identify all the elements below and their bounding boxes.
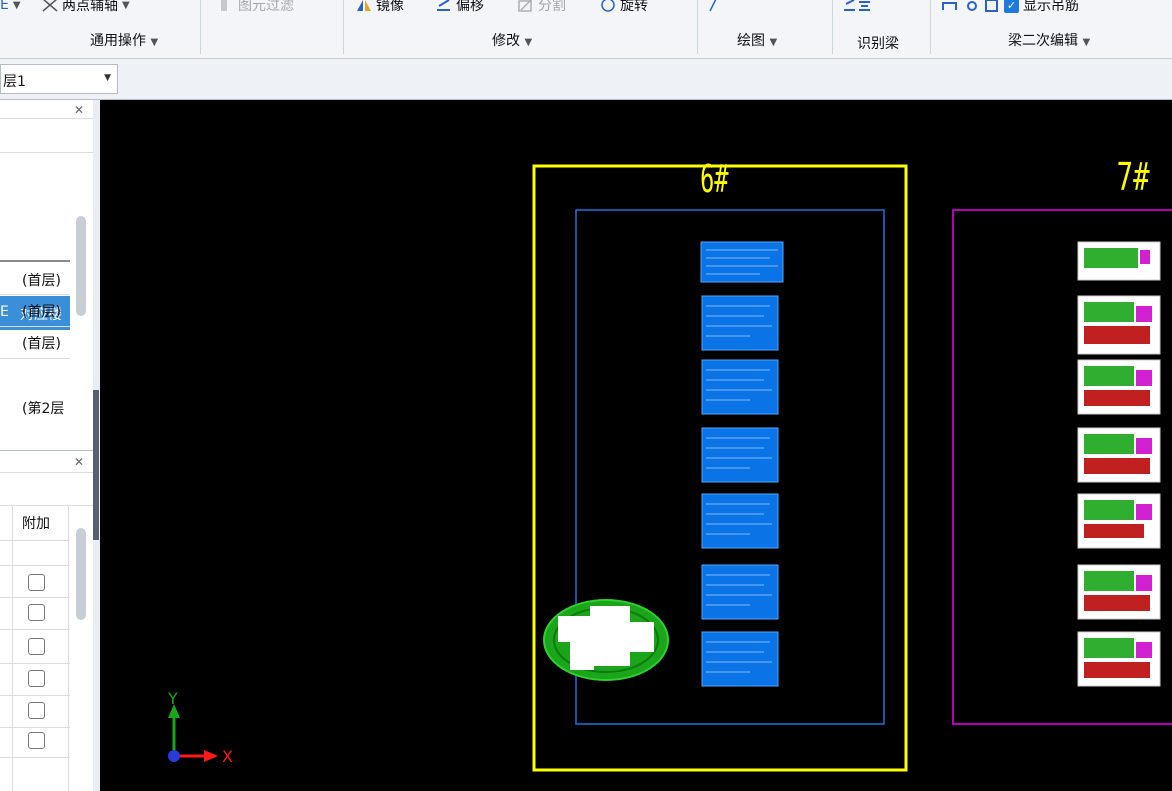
cad-symbol-cluster[interactable] (543, 599, 669, 681)
chevron-down-icon: ▼ (104, 73, 111, 83)
beam-edit-tools[interactable]: ✓ 显示吊筋 (942, 0, 1079, 16)
drawing-sheet[interactable] (701, 295, 779, 351)
close-icon[interactable]: ✕ (74, 455, 84, 469)
rotate-button[interactable]: 旋转 (600, 0, 648, 16)
two-point-axis-button[interactable]: 两点辅轴 ▼ (42, 0, 130, 16)
layer-select[interactable]: 层1 ▼ (0, 64, 118, 94)
table-cell-floor[interactable]: (第2层 (22, 398, 64, 418)
offset-button[interactable]: 偏移 (436, 0, 484, 16)
cad-drawing: 6# 7# Y X (167, 154, 1172, 772)
drawing-sheet[interactable] (701, 493, 779, 549)
mirror-button[interactable]: 镜像 (356, 0, 404, 16)
attach-checkbox[interactable] (28, 702, 45, 719)
x-axis-label: X (222, 747, 233, 766)
building-7-label: 7# (1117, 154, 1150, 199)
recognize-beam-icon (844, 0, 870, 11)
draw-line-button[interactable] (708, 0, 724, 16)
recognize-beam-tool-1[interactable] (843, 0, 871, 16)
drawing-sheet[interactable] (701, 359, 779, 415)
two-point-axis-icon (42, 0, 58, 12)
attach-checkbox[interactable] (28, 732, 45, 749)
group-label-recognize-beam[interactable]: 识别梁 (857, 33, 899, 53)
column-header-attach: 附加 (22, 516, 50, 532)
filter-icon (221, 0, 227, 11)
lower-panel-scrollbar[interactable] (76, 528, 86, 620)
group-label-modify[interactable]: 修改 ▼ (492, 30, 532, 50)
table-cell-floor[interactable]: (首层) (22, 301, 61, 321)
group-label-beam-secondary-edit[interactable]: 梁二次编辑 ▼ (1008, 30, 1090, 50)
ribbon-toolbar: E ▼ 两点辅轴 ▼ 图元过滤 镜像 偏移 分割 旋转 ✓ 显示吊筋 通用操作 ▼… (0, 0, 1172, 59)
ribbon-separator (930, 0, 931, 54)
panel-splitter-handle[interactable] (93, 390, 99, 540)
filter-button[interactable]: 图元过滤 (218, 0, 294, 16)
mirror-icon (357, 0, 371, 11)
split-button[interactable]: 分割 (518, 0, 566, 16)
y-axis-label: Y (167, 689, 178, 708)
ribbon-separator (343, 0, 344, 54)
attach-checkbox[interactable] (28, 670, 45, 687)
drawing-sheet[interactable] (701, 564, 779, 620)
building-7-sheets[interactable] (1077, 241, 1161, 687)
show-hanging-bar-checkbox[interactable]: ✓ (1004, 0, 1019, 13)
attach-checkbox[interactable] (28, 604, 45, 621)
rotate-icon (601, 0, 615, 12)
ribbon-separator (200, 0, 201, 54)
building-6-sheets[interactable] (700, 241, 784, 687)
drawing-sheet[interactable] (701, 427, 779, 483)
layer-toolbar (0, 59, 1172, 100)
drawing-sheet[interactable] (701, 631, 779, 687)
group-label-general-ops[interactable]: 通用操作 ▼ (90, 30, 158, 50)
upper-panel-scrollbar[interactable] (76, 216, 86, 316)
offset-icon (437, 0, 450, 11)
beam-edit-icons (942, 0, 998, 12)
ucs-axis-indicator: Y X (167, 689, 233, 766)
split-icon (518, 0, 532, 12)
drawing-sheet[interactable] (700, 241, 784, 283)
ribbon-separator (697, 0, 698, 54)
building-6-label: 6# (700, 158, 728, 201)
close-icon[interactable]: ✕ (74, 103, 84, 117)
drawing-canvas[interactable]: 6# 7# Y X (100, 100, 1172, 791)
left-panel: ✕ E 对应楼 (首层) (首层) (首层) (第2层 ✕ 附加 (0, 100, 93, 791)
axis-dropdown-button[interactable]: E ▼ (0, 0, 21, 16)
pencil-icon (709, 0, 717, 12)
table-cell-floor[interactable]: (首层) (22, 333, 61, 353)
attach-checkbox[interactable] (28, 638, 45, 655)
ribbon-separator (832, 0, 833, 54)
group-label-draw[interactable]: 绘图 ▼ (737, 30, 777, 50)
attach-checkbox[interactable] (28, 574, 45, 591)
table-cell-floor[interactable]: (首层) (22, 270, 61, 290)
